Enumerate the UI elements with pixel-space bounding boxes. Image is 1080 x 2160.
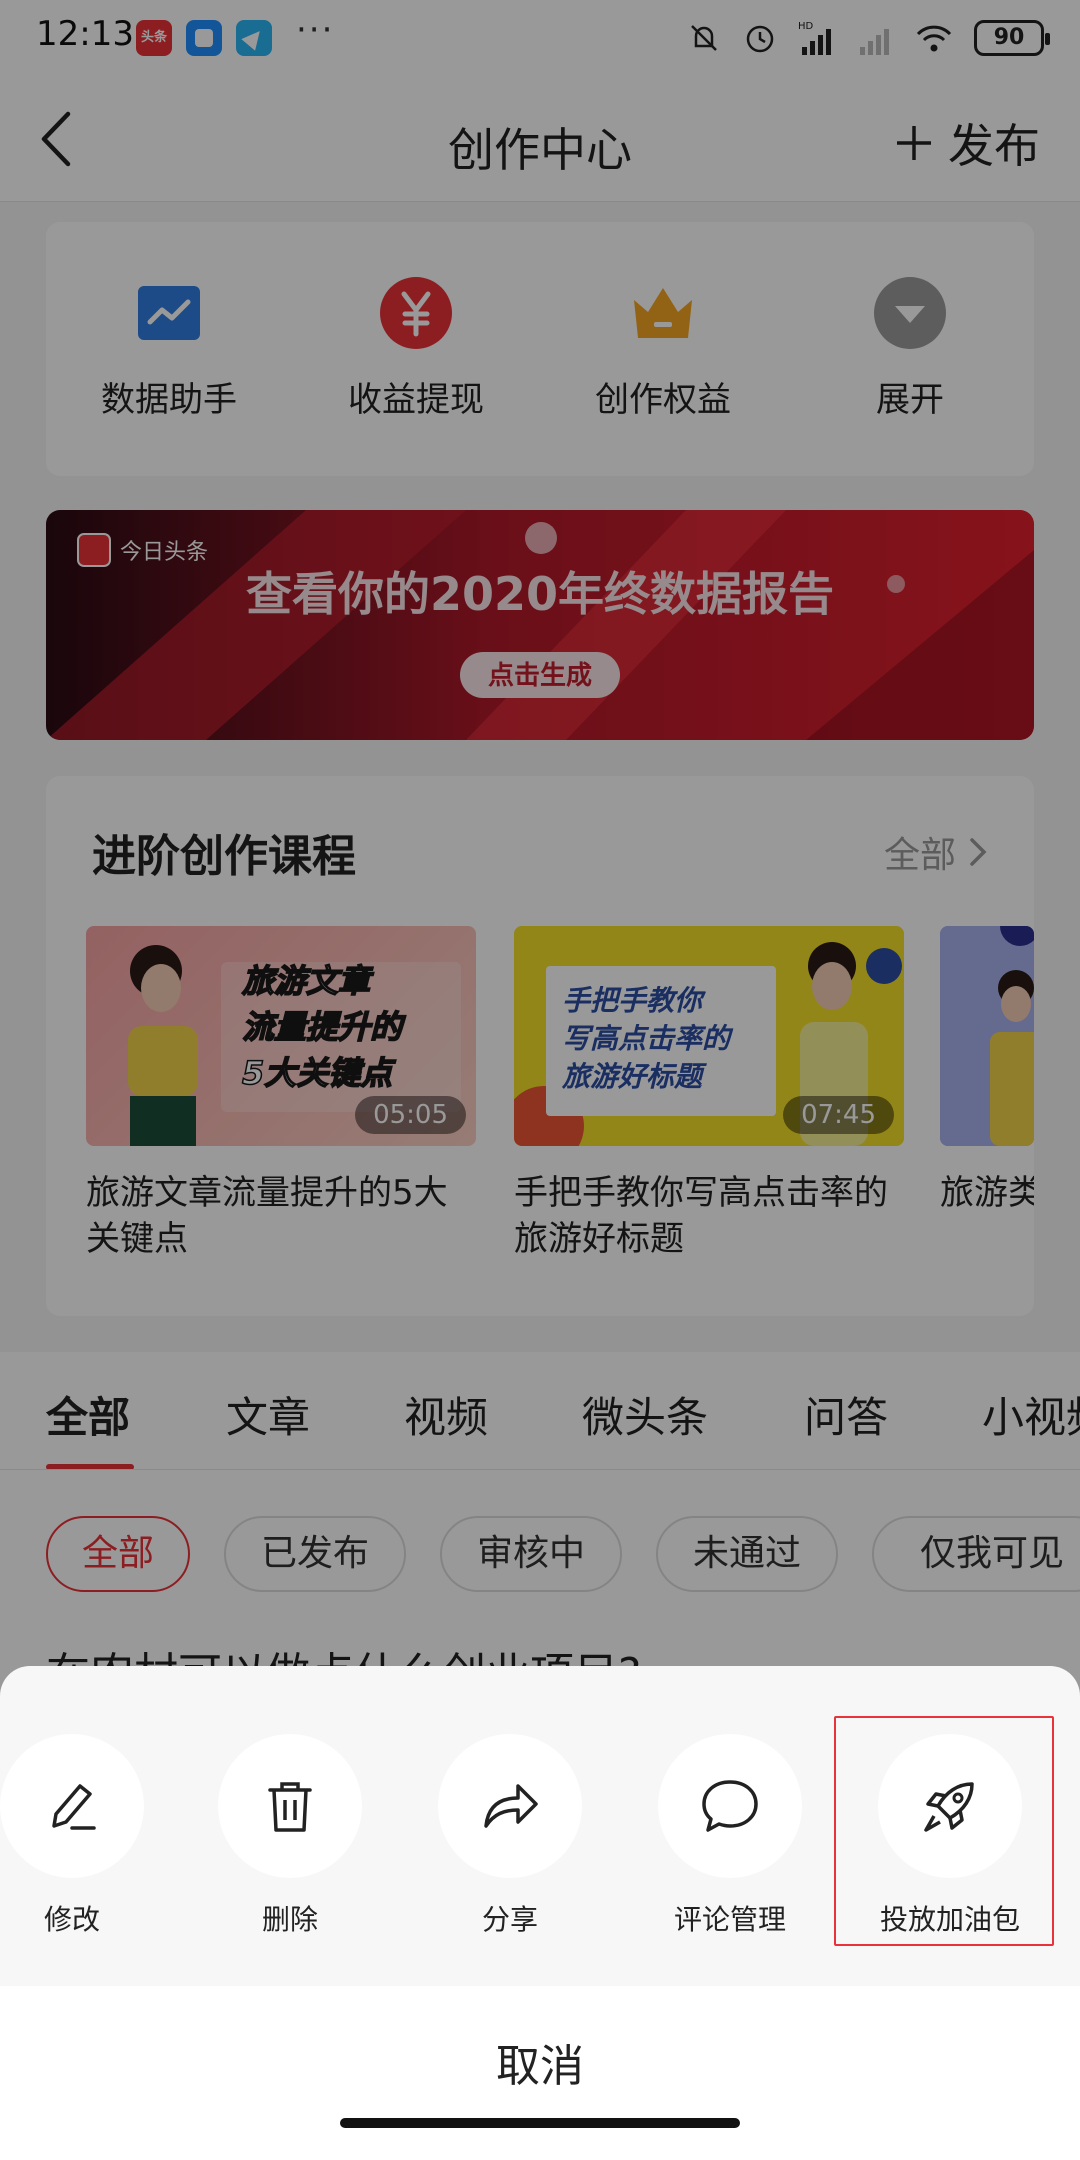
share-label: 分享 bbox=[481, 1903, 538, 1936]
share-circle bbox=[438, 1734, 582, 1878]
comment-management-button[interactable]: 评论管理 bbox=[658, 1734, 802, 1938]
home-indicator[interactable] bbox=[340, 2118, 740, 2128]
pencil-icon bbox=[52, 1784, 96, 1830]
delete-button[interactable]: 删除 bbox=[218, 1734, 362, 1938]
cancel-area: 取消 bbox=[0, 1986, 1080, 2160]
comment-icon bbox=[702, 1780, 758, 1832]
action-sheet: 修改 删除 分享 评论管理 投放加油包 取消 bbox=[0, 1666, 1080, 2160]
comment-management-label: 评论管理 bbox=[673, 1903, 786, 1936]
edit-circle bbox=[0, 1734, 144, 1878]
delete-circle bbox=[218, 1734, 362, 1878]
edit-label: 修改 bbox=[43, 1903, 100, 1936]
share-button[interactable]: 分享 bbox=[438, 1734, 582, 1938]
share-icon bbox=[484, 1784, 538, 1828]
comment-circle bbox=[658, 1734, 802, 1878]
delete-label: 删除 bbox=[261, 1903, 318, 1936]
trash-icon bbox=[268, 1782, 312, 1832]
highlight-box bbox=[834, 1716, 1054, 1946]
edit-button[interactable]: 修改 bbox=[0, 1734, 144, 1938]
cancel-button[interactable]: 取消 bbox=[0, 2030, 1080, 2094]
